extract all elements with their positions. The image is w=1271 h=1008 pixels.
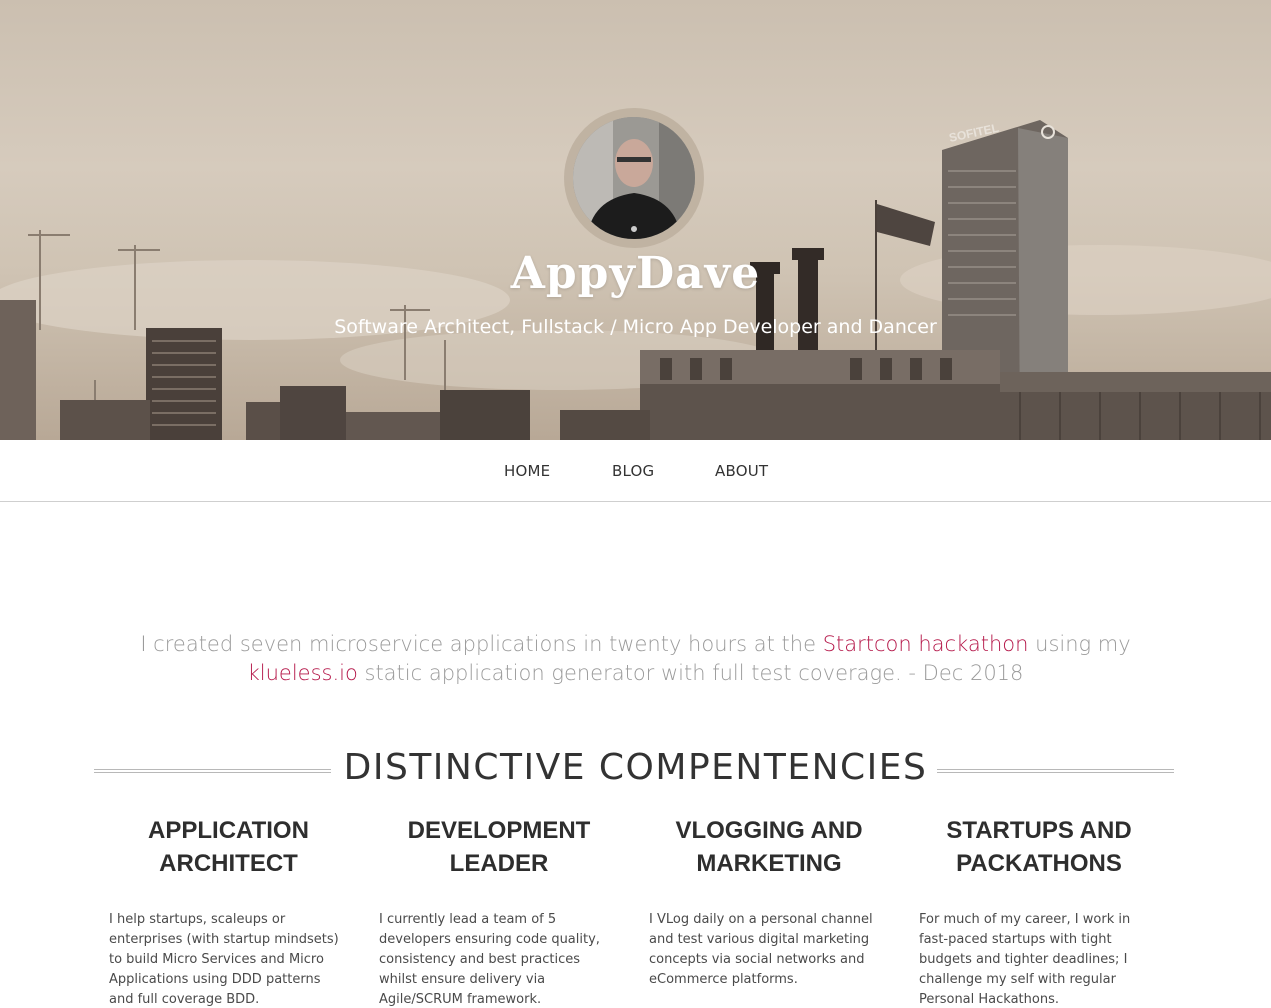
competency-card: APPLICATION ARCHITECT I help startups, s… [109, 814, 349, 1008]
hero-quote: I created seven microservice application… [90, 630, 1181, 688]
competency-card: VLOGGING AND MARKETING I VLog daily on a… [649, 814, 889, 990]
competency-body: I VLog daily on a personal channel and t… [649, 912, 873, 987]
competency-body: I currently lead a team of 5 developers … [379, 912, 600, 1007]
avatar[interactable] [573, 117, 695, 239]
nav-blog-link[interactable]: BLOG [612, 462, 654, 480]
quote-text: using my [1028, 632, 1131, 656]
quote-text: static application generator with full t… [357, 661, 1024, 685]
klueless-link[interactable]: klueless.io [248, 661, 358, 685]
site-tagline: Software Architect, Fullstack / Micro Ap… [334, 316, 937, 338]
competency-title: VLOGGING AND MARKETING [675, 817, 863, 877]
competency-card: DEVELOPMENT LEADER I currently lead a te… [379, 814, 619, 1008]
site-title[interactable]: AppyDave [0, 248, 1271, 299]
heading-divider-right [937, 769, 1174, 773]
section-title: DISTINCTIVE COMPENTENCIES [343, 747, 928, 788]
nav-home-link[interactable]: HOME [504, 462, 550, 480]
startcon-hackathon-link[interactable]: Startcon hackathon [823, 632, 1029, 656]
competency-card: STARTUPS AND PACKATHONS For much of my c… [919, 814, 1159, 1008]
competency-body: For much of my career, I work in fast-pa… [919, 912, 1131, 1007]
main-nav: HOME BLOG ABOUT [0, 440, 1271, 502]
profile-photo [573, 117, 695, 239]
competency-body: I help startups, scaleups or enterprises… [109, 912, 339, 1007]
quote-text: I created seven microservice application… [140, 632, 823, 656]
competency-title: APPLICATION ARCHITECT [148, 817, 309, 877]
nav-about-link[interactable]: ABOUT [715, 462, 768, 480]
competency-title: DEVELOPMENT LEADER [407, 817, 591, 877]
competency-title: STARTUPS AND PACKATHONS [946, 817, 1132, 877]
hero-banner: SOFITEL AppyDave Software Architect, Ful… [0, 0, 1271, 440]
